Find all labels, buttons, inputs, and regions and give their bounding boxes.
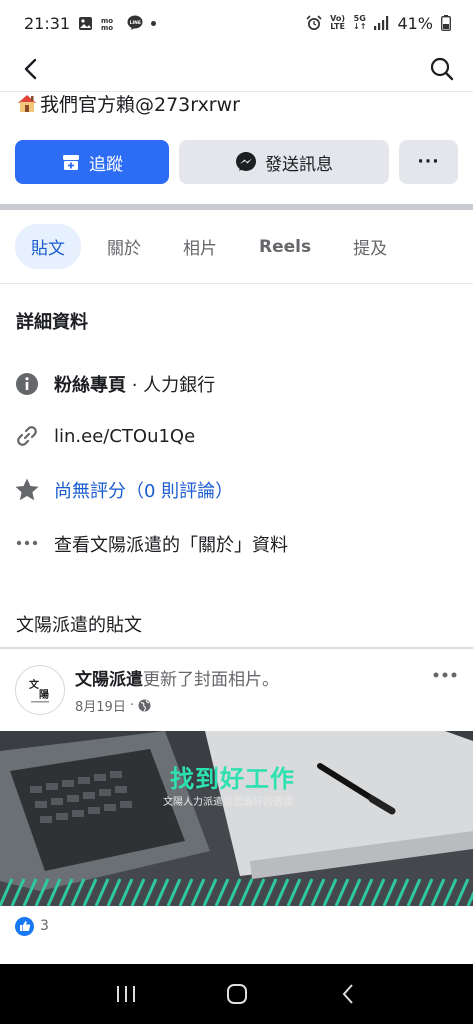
cover-photo[interactable]: 找到好工作 文陽人力派遣是您最好的選擇 bbox=[0, 731, 473, 906]
status-time: 21:31 bbox=[24, 13, 71, 33]
momo-icon: mo mo bbox=[101, 16, 119, 31]
house-emoji-icon bbox=[18, 95, 36, 112]
detail-rating[interactable]: 尚無評分（0 則評論） bbox=[14, 474, 454, 506]
system-back-icon bbox=[342, 984, 353, 1004]
globe-icon bbox=[138, 699, 151, 712]
line-icon: LINE bbox=[127, 15, 143, 31]
post-meta-separator: · bbox=[129, 698, 134, 713]
5g-label: 5G bbox=[353, 14, 366, 23]
rating-link[interactable]: 尚無評分（0 則評論） bbox=[54, 477, 233, 503]
messenger-icon bbox=[236, 152, 256, 171]
follow-button[interactable]: 追蹤 bbox=[15, 140, 169, 184]
page-intro-line: 我們官方賴@273rxrwr bbox=[16, 89, 240, 117]
tab-about[interactable]: 關於 bbox=[91, 224, 157, 269]
tab-about-label: 關於 bbox=[107, 239, 141, 259]
battery-percent: 41% bbox=[397, 13, 433, 33]
post-more-button[interactable] bbox=[430, 663, 460, 687]
star-icon bbox=[14, 477, 40, 503]
android-nav-bar bbox=[0, 964, 473, 1024]
profile-action-row: 追蹤 發送訊息 ··· bbox=[15, 140, 458, 184]
volte-icon: Vo) LTE bbox=[330, 15, 345, 31]
send-message-label: 發送訊息 bbox=[265, 154, 333, 175]
tab-photos[interactable]: 相片 bbox=[167, 224, 233, 269]
link-icon bbox=[14, 423, 40, 449]
status-bar: 21:31 mo mo LINE Vo) LTE 5G ↓↑ 41% bbox=[0, 0, 473, 46]
battery-icon bbox=[441, 15, 451, 31]
gallery-icon bbox=[78, 16, 93, 31]
category-type: 粉絲專頁 bbox=[54, 375, 126, 396]
page-avatar[interactable]: 文 陽 bbox=[15, 665, 65, 715]
tab-mentions[interactable]: 提及 bbox=[337, 224, 403, 269]
more-options-label: ··· bbox=[417, 152, 440, 172]
section-divider bbox=[0, 204, 473, 210]
more-horizontal-icon bbox=[433, 672, 457, 678]
svg-text:LINE: LINE bbox=[130, 20, 141, 26]
tab-photos-label: 相片 bbox=[183, 239, 217, 259]
search-icon bbox=[430, 57, 454, 80]
home-button[interactable] bbox=[217, 974, 257, 1014]
brand-logo-icon: 文 陽 bbox=[29, 678, 49, 703]
follow-label: 追蹤 bbox=[89, 154, 123, 175]
post-author[interactable]: 文陽派遣 bbox=[75, 670, 143, 690]
system-back-button[interactable] bbox=[328, 974, 368, 1014]
reaction-count: 3 bbox=[40, 918, 49, 934]
detail-website[interactable]: lin.ee/CTOu1Qe bbox=[14, 420, 454, 452]
lte-label: LTE bbox=[330, 22, 345, 31]
reaction-summary[interactable]: 3 bbox=[15, 914, 49, 938]
tabs-divider bbox=[0, 283, 473, 284]
svg-text:mo: mo bbox=[101, 24, 113, 31]
post-author-line: 文陽派遣更新了封面相片。 bbox=[75, 665, 279, 690]
post-header: 文 陽 文陽派遣更新了封面相片。 8月19日 · bbox=[15, 663, 460, 719]
profile-tabs: 貼文 關於 相片 Reels 提及 bbox=[15, 224, 413, 269]
cover-subtitle: 文陽人力派遣是您最好的選擇 bbox=[163, 797, 293, 808]
tab-posts-label: 貼文 bbox=[31, 239, 65, 259]
signal-icon bbox=[374, 16, 389, 30]
post-action-text: 更新了封面相片。 bbox=[143, 670, 279, 690]
cover-title: 找到好工作 bbox=[170, 765, 295, 793]
category-name: · 人力銀行 bbox=[126, 375, 216, 396]
posts-heading: 文陽派遣的貼文 bbox=[16, 615, 142, 636]
home-icon bbox=[226, 984, 247, 1004]
cover-illustration bbox=[0, 731, 473, 906]
back-button[interactable] bbox=[16, 54, 46, 84]
post-date[interactable]: 8月19日 bbox=[75, 696, 126, 715]
tab-mentions-label: 提及 bbox=[353, 239, 388, 259]
more-dots-icon bbox=[14, 531, 40, 557]
website-link[interactable]: lin.ee/CTOu1Qe bbox=[54, 426, 195, 447]
see-about-text: 查看文陽派遣的「關於」資料 bbox=[54, 535, 288, 556]
search-button[interactable] bbox=[427, 54, 457, 84]
tab-posts[interactable]: 貼文 bbox=[15, 224, 81, 269]
dot-icon bbox=[151, 20, 157, 26]
details-heading: 詳細資料 bbox=[16, 312, 88, 333]
send-message-button[interactable]: 發送訊息 bbox=[179, 140, 389, 184]
tab-reels[interactable]: Reels bbox=[243, 224, 327, 269]
recents-button[interactable] bbox=[106, 974, 146, 1014]
page-intro-text: 我們官方賴@273rxrwr bbox=[40, 93, 240, 116]
post-meta: 8月19日 · bbox=[75, 696, 151, 715]
recents-icon bbox=[116, 986, 135, 1002]
detail-category: 粉絲專頁 · 人力銀行 bbox=[14, 368, 454, 400]
like-reaction-icon bbox=[15, 916, 34, 936]
detail-see-about[interactable]: 查看文陽派遣的「關於」資料 bbox=[14, 528, 454, 560]
alarm-icon bbox=[306, 15, 322, 31]
tab-reels-label: Reels bbox=[259, 236, 312, 257]
info-icon bbox=[14, 371, 40, 397]
follow-icon bbox=[63, 155, 79, 170]
back-chevron-icon bbox=[24, 58, 37, 79]
posts-divider bbox=[0, 647, 473, 649]
avatar-text-bottom: 陽 bbox=[39, 689, 49, 701]
more-options-button[interactable]: ··· bbox=[399, 140, 458, 184]
5g-icon: 5G ↓↑ bbox=[353, 14, 367, 31]
post-actions-strip bbox=[0, 950, 473, 964]
top-nav-bar bbox=[0, 46, 473, 92]
